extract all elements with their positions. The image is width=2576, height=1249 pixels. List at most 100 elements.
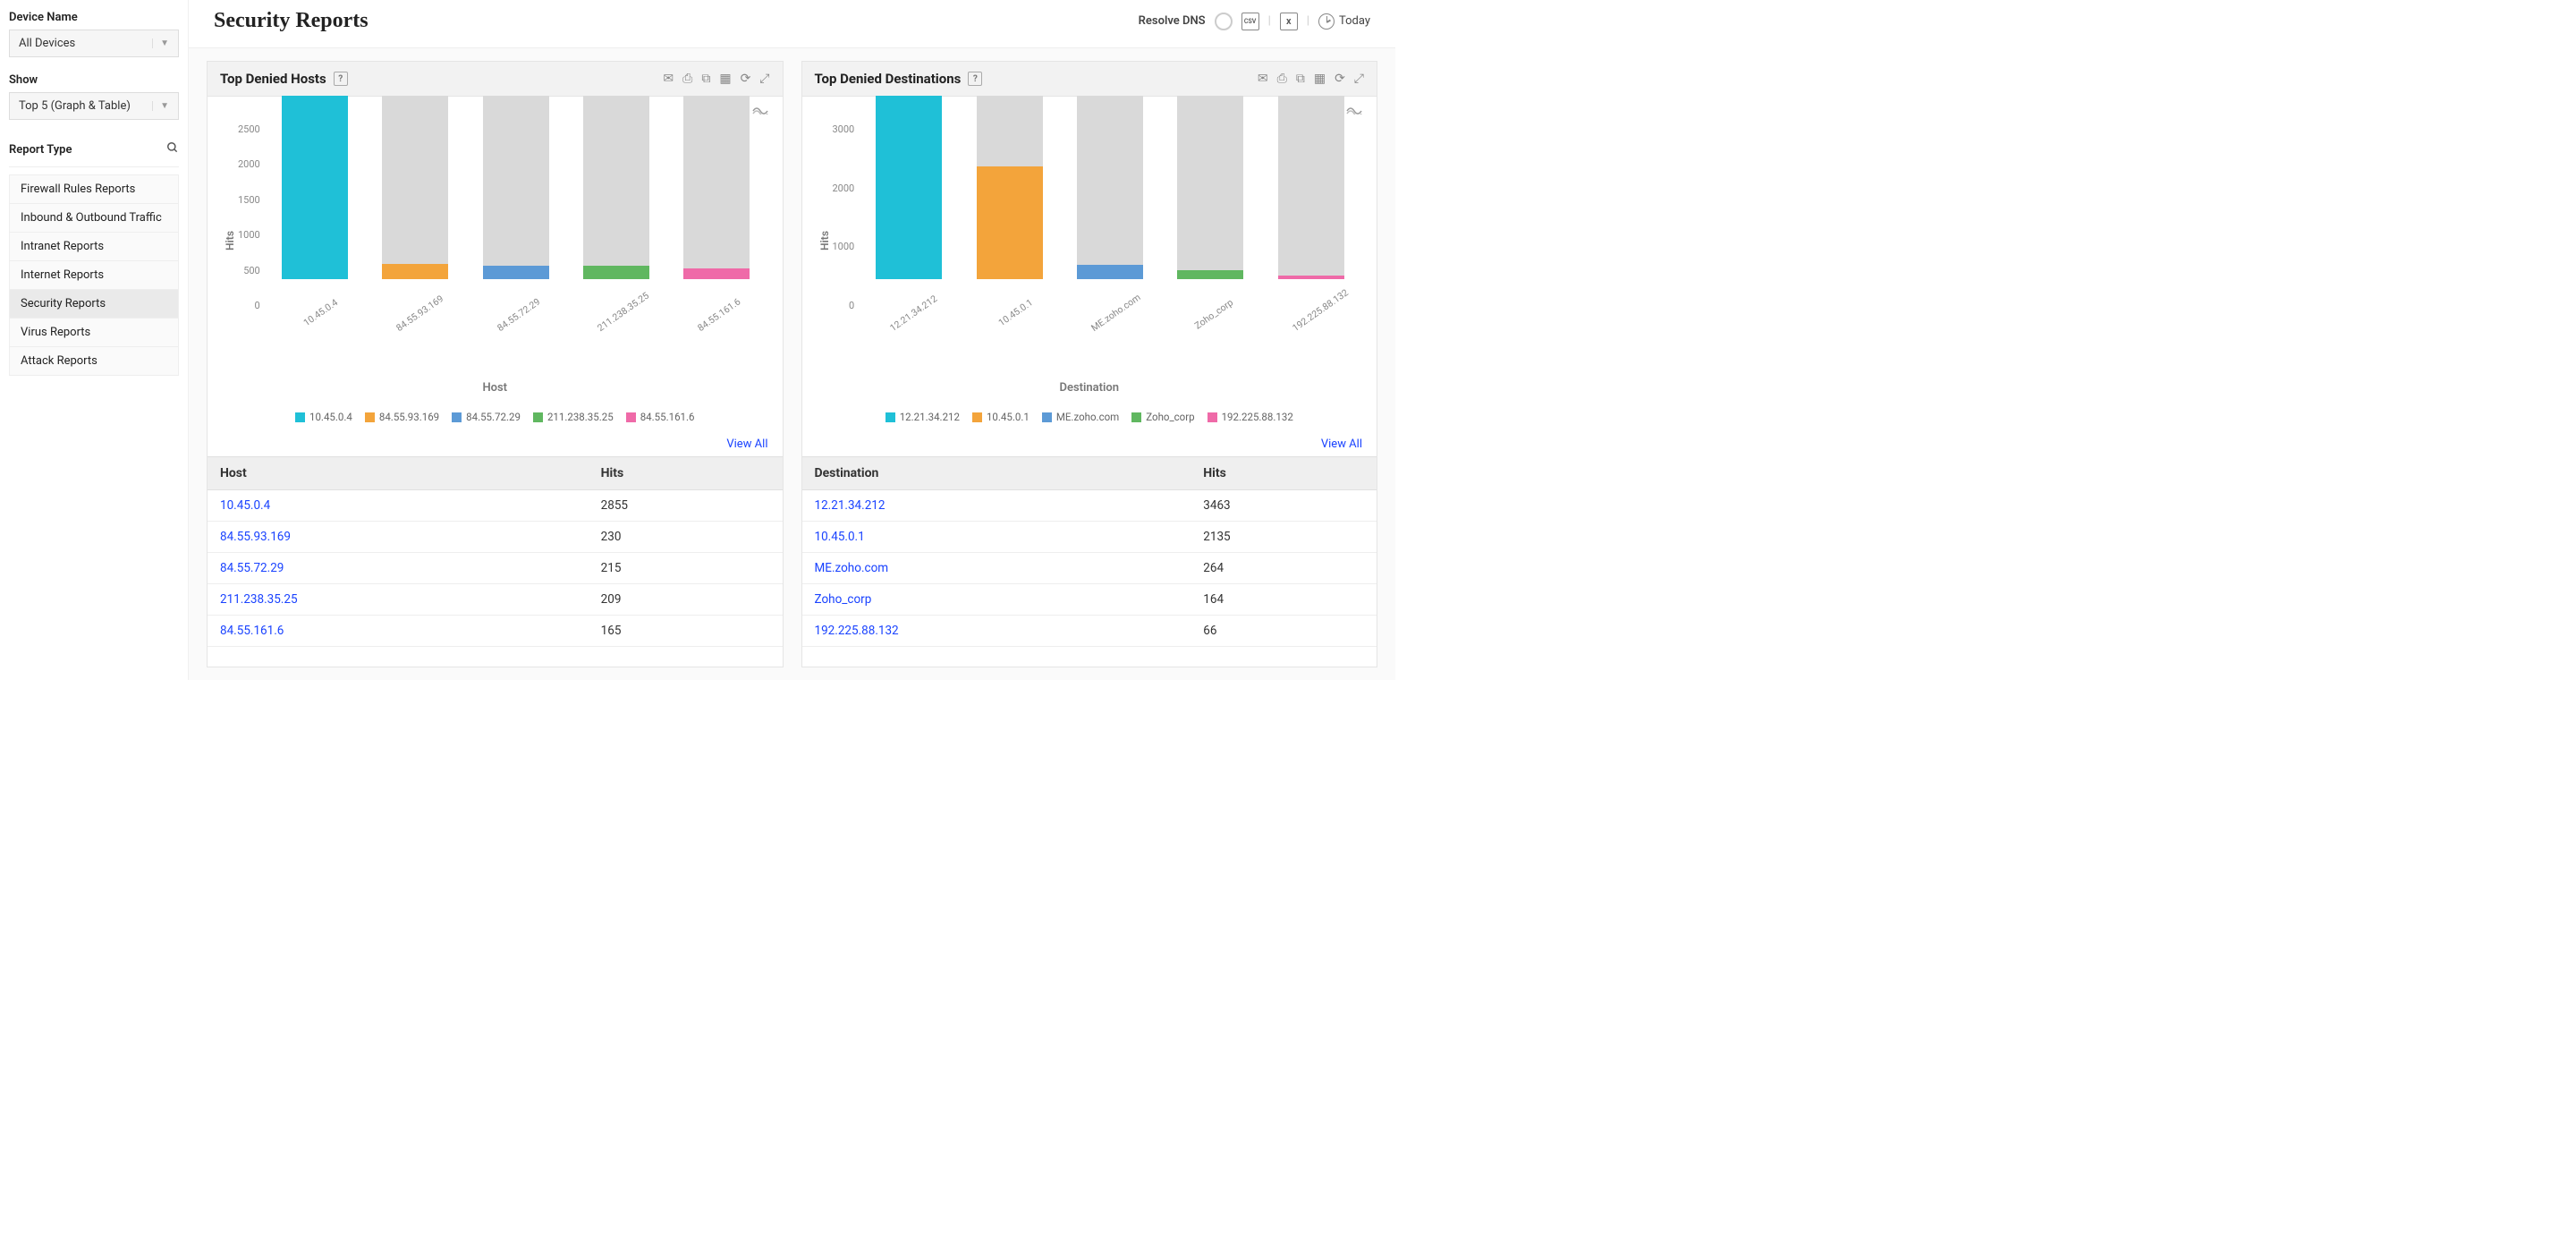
sidebar-item[interactable]: Virus Reports	[10, 319, 178, 347]
view-all-link[interactable]: View All	[1321, 438, 1362, 451]
legend-item[interactable]: 211.238.35.25	[533, 411, 614, 423]
panel-title-text: Top Denied Hosts	[220, 71, 326, 87]
export-pdf-icon[interactable]: ⎙	[682, 72, 692, 86]
export-pdf-icon[interactable]: ⎙	[1277, 72, 1287, 86]
table-hits-cell: 209	[589, 584, 783, 616]
view-all-row: View All	[208, 434, 783, 456]
table-host-cell[interactable]: 192.225.88.132	[802, 616, 1191, 647]
legend-item[interactable]: 84.55.161.6	[626, 411, 695, 423]
table-host-cell[interactable]: 10.45.0.4	[208, 490, 589, 522]
date-range-button[interactable]: Today	[1318, 13, 1370, 30]
y-axis: 25002000150010005000	[238, 123, 264, 311]
bar[interactable]: 84.55.93.169	[375, 96, 455, 311]
copy-icon[interactable]: ⧉	[701, 72, 710, 86]
bar[interactable]: Zoho_corp	[1170, 96, 1250, 311]
legend: 12.21.34.212 10.45.0.1 ME.zoho.com Zoho_cor…	[817, 411, 1363, 423]
legend-item[interactable]: 192.225.88.132	[1208, 411, 1293, 423]
grid-icon[interactable]: ▦	[719, 72, 731, 86]
table-header[interactable]: Host	[208, 457, 589, 490]
grid-icon[interactable]: ▦	[1314, 72, 1326, 86]
legend-item[interactable]: 10.45.0.1	[972, 411, 1030, 423]
bar[interactable]: 10.45.0.1	[970, 96, 1050, 311]
legend: 10.45.0.4 84.55.93.169 84.55.72.29 211.238.…	[222, 411, 768, 423]
sidebar-item[interactable]: Inbound & Outbound Traffic	[10, 204, 178, 233]
legend-label: 84.55.93.169	[379, 411, 439, 423]
table-host-cell[interactable]: 84.55.72.29	[208, 553, 589, 584]
bar-background	[683, 96, 750, 279]
bar[interactable]: 84.55.72.29	[476, 96, 556, 311]
table-row: 84.55.72.29 215	[208, 553, 783, 584]
legend-label: ME.zoho.com	[1056, 411, 1119, 423]
legend-item[interactable]: ME.zoho.com	[1042, 411, 1119, 423]
bar-category-label: 10.45.0.1	[988, 286, 1057, 344]
export-xls-icon[interactable]: x	[1280, 13, 1298, 30]
panel-title: Top Denied Hosts ?	[220, 71, 348, 87]
bar[interactable]: 192.225.88.132	[1271, 96, 1352, 311]
legend-swatch	[365, 412, 375, 422]
resolve-dns-toggle[interactable]	[1215, 13, 1233, 30]
table-host-cell[interactable]: 12.21.34.212	[802, 490, 1191, 522]
bar[interactable]: 12.21.34.212	[869, 96, 949, 311]
data-table: Host Hits 10.45.0.4 2855 84.55.93.169 23…	[208, 456, 783, 647]
legend-item[interactable]: 12.21.34.212	[886, 411, 960, 423]
sidebar-item[interactable]: Attack Reports	[10, 347, 178, 375]
y-axis-label: Hits	[817, 231, 833, 251]
mail-icon[interactable]: ✉	[663, 72, 674, 86]
x-axis-label: Host	[222, 381, 768, 395]
table-host-cell[interactable]: Zoho_corp	[802, 584, 1191, 616]
table-host-cell[interactable]: ME.zoho.com	[802, 553, 1191, 584]
copy-icon[interactable]: ⧉	[1296, 72, 1305, 86]
sidebar-item[interactable]: Internet Reports	[10, 261, 178, 290]
main: Security Reports Resolve DNS CSV | x | T…	[188, 0, 1395, 680]
view-all-link[interactable]: View All	[726, 438, 767, 451]
legend-item[interactable]: Zoho_corp	[1131, 411, 1194, 423]
bar[interactable]: ME.zoho.com	[1070, 96, 1150, 311]
legend-item[interactable]: 10.45.0.4	[295, 411, 352, 423]
panel-tools: ✉ ⎙ ⧉ ▦ ⟳ ⤢	[1258, 72, 1364, 86]
table-hits-cell: 2135	[1191, 522, 1377, 553]
refresh-icon[interactable]: ⟳	[741, 72, 751, 86]
table-header[interactable]: Hits	[1191, 457, 1377, 490]
bar-fill	[382, 264, 448, 279]
legend-item[interactable]: 84.55.93.169	[365, 411, 439, 423]
table-header[interactable]: Destination	[802, 457, 1191, 490]
export-csv-icon[interactable]: CSV	[1241, 13, 1259, 30]
expand-icon[interactable]: ⤢	[759, 72, 769, 86]
table-row: 12.21.34.212 3463	[802, 490, 1377, 522]
device-name-select[interactable]: All Devices ▼	[9, 30, 179, 57]
bar-background	[1077, 96, 1143, 279]
help-icon[interactable]: ?	[334, 72, 348, 86]
bar-fill	[583, 266, 649, 279]
plot: 10.45.0.4 84.55.93.169 84.55.72.29 211.2…	[264, 123, 768, 311]
table-host-cell[interactable]: 211.238.35.25	[208, 584, 589, 616]
show-select[interactable]: Top 5 (Graph & Table) ▼	[9, 92, 179, 120]
table-host-cell[interactable]: 84.55.161.6	[208, 616, 589, 647]
table-hits-cell: 66	[1191, 616, 1377, 647]
sidebar-item[interactable]: Firewall Rules Reports	[10, 175, 178, 204]
sidebar-item[interactable]: Intranet Reports	[10, 233, 178, 261]
mail-icon[interactable]: ✉	[1258, 72, 1268, 86]
y-tick: 500	[243, 265, 260, 276]
legend-item[interactable]: 84.55.72.29	[452, 411, 521, 423]
device-name-value: All Devices	[19, 37, 75, 50]
table-host-cell[interactable]: 84.55.93.169	[208, 522, 589, 553]
bar[interactable]: 10.45.0.4	[275, 96, 355, 311]
table-row: 84.55.161.6 165	[208, 616, 783, 647]
search-icon[interactable]	[166, 141, 179, 157]
header-actions: Resolve DNS CSV | x | Today	[1139, 13, 1370, 30]
bar[interactable]: 84.55.161.6	[676, 96, 757, 311]
bars: 10.45.0.4 84.55.93.169 84.55.72.29 211.2…	[264, 123, 768, 311]
sidebar-item[interactable]: Security Reports	[10, 290, 178, 319]
y-axis: 3000200010000	[833, 123, 859, 311]
panel-title: Top Denied Destinations ?	[815, 71, 983, 87]
expand-icon[interactable]: ⤢	[1354, 72, 1364, 86]
help-icon[interactable]: ?	[968, 72, 982, 86]
bar-background	[977, 96, 1043, 279]
page-title: Security Reports	[214, 9, 369, 33]
bar[interactable]: 211.238.35.25	[576, 96, 657, 311]
bar-category-label: 84.55.93.169	[394, 286, 463, 344]
table-hits-cell: 264	[1191, 553, 1377, 584]
refresh-icon[interactable]: ⟳	[1335, 72, 1345, 86]
table-header[interactable]: Hits	[589, 457, 783, 490]
table-host-cell[interactable]: 10.45.0.1	[802, 522, 1191, 553]
